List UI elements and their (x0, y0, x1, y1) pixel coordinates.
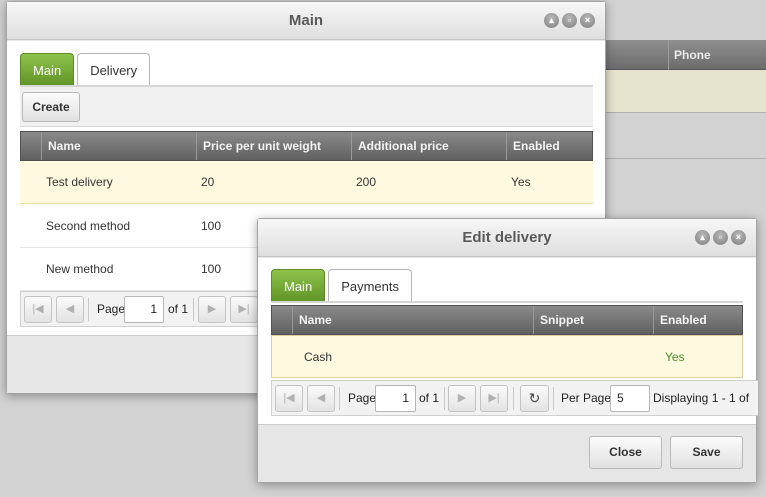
edit-window-titlebar[interactable]: Edit delivery ▴ ▫ × (258, 219, 756, 257)
prev-page-icon[interactable]: ◀ (307, 385, 335, 412)
next-page-icon[interactable]: ▶ (198, 296, 226, 323)
close-icon[interactable]: × (580, 13, 595, 28)
row-divider (600, 112, 766, 113)
tab-payments[interactable]: Payments (328, 269, 412, 302)
per-page-label: Per Page: (561, 391, 615, 405)
cell-name: Cash (304, 350, 333, 364)
page-count: of 1 (168, 302, 189, 316)
edit-window-body: Main Payments Name Snippet Enabled Cash … (258, 258, 758, 424)
background-selected-row[interactable] (600, 70, 766, 112)
last-page-icon[interactable]: ▶| (480, 385, 508, 412)
column-header-enabled[interactable]: Enabled (653, 306, 742, 334)
edit-tabbar: Main Payments (271, 269, 412, 302)
cell-name: Test delivery (46, 175, 113, 189)
separator (553, 387, 554, 410)
main-toolbar: Create (20, 87, 593, 127)
displaying-text: Displaying 1 - 1 of (653, 391, 750, 405)
edit-window-footer: Close Save (258, 424, 756, 482)
cell-name: New method (46, 262, 114, 276)
tab-strip (271, 301, 743, 303)
collapse-icon[interactable]: ▴ (695, 230, 710, 245)
page-label: Page (348, 391, 377, 405)
column-header-name[interactable]: Name (41, 132, 196, 160)
page-label: Page (97, 302, 126, 316)
cell-additional: 200 (356, 175, 377, 189)
cell-enabled: Yes (511, 175, 531, 189)
column-header-name[interactable]: Name (292, 306, 533, 334)
page-input[interactable]: 1 (375, 385, 416, 412)
collapse-icon[interactable]: ▴ (544, 13, 559, 28)
tab-main[interactable]: Main (20, 53, 75, 86)
close-button[interactable]: Close (589, 436, 662, 469)
column-separator (668, 40, 669, 70)
close-icon[interactable]: × (731, 230, 746, 245)
prev-page-icon[interactable]: ◀ (56, 296, 84, 323)
edit-window-title: Edit delivery (462, 229, 552, 246)
create-button[interactable]: Create (22, 92, 80, 122)
first-page-icon[interactable]: |◀ (24, 296, 52, 323)
cell-enabled: Yes (665, 350, 685, 364)
next-page-icon[interactable]: ▶ (448, 385, 476, 412)
tab-main[interactable]: Main (271, 269, 326, 302)
main-window-title: Main (288, 12, 324, 29)
separator (513, 387, 514, 410)
table-row[interactable]: Cash Yes (271, 335, 743, 378)
separator (88, 298, 89, 321)
row-divider (600, 158, 766, 159)
main-window-titlebar[interactable]: Main ▴ ▫ × (7, 2, 605, 40)
column-header-snippet[interactable]: Snippet (533, 306, 653, 334)
main-tabbar: Main Delivery (20, 53, 151, 86)
background-grid-header: Phone (600, 40, 766, 70)
maximize-icon[interactable]: ▫ (713, 230, 728, 245)
cell-snippet (539, 336, 545, 379)
phone-column-header[interactable]: Phone (674, 48, 711, 62)
page-count: of 1 (419, 391, 440, 405)
per-page-input[interactable]: 5 (610, 385, 650, 412)
cell-price: 100 (201, 219, 222, 233)
cell-price: 100 (201, 262, 222, 276)
payments-grid-header: Name Snippet Enabled (271, 305, 743, 335)
refresh-icon[interactable]: ↻ (520, 385, 549, 412)
column-header-additional[interactable]: Additional price (351, 132, 506, 160)
separator (339, 387, 340, 410)
cell-name: Second method (46, 219, 131, 233)
save-button[interactable]: Save (670, 436, 743, 469)
page-input[interactable]: 1 (124, 296, 164, 323)
maximize-icon[interactable]: ▫ (562, 13, 577, 28)
separator (193, 298, 194, 321)
payments-paging-toolbar: |◀ ◀ Page 1 of 1 ▶ ▶| ↻ Per Page: 5 Disp… (271, 380, 758, 416)
tab-delivery[interactable]: Delivery (77, 53, 151, 86)
table-row[interactable]: Test delivery 20 200 Yes (20, 161, 593, 204)
last-page-icon[interactable]: ▶| (230, 296, 258, 323)
delivery-grid-header: Name Price per unit weight Additional pr… (20, 131, 593, 161)
separator (444, 387, 445, 410)
column-header-price[interactable]: Price per unit weight (196, 132, 351, 160)
first-page-icon[interactable]: |◀ (275, 385, 303, 412)
column-header-enabled[interactable]: Enabled (506, 132, 592, 160)
edit-delivery-window: Edit delivery ▴ ▫ × Main Payments Name S… (257, 218, 758, 483)
cell-price: 20 (201, 175, 215, 189)
